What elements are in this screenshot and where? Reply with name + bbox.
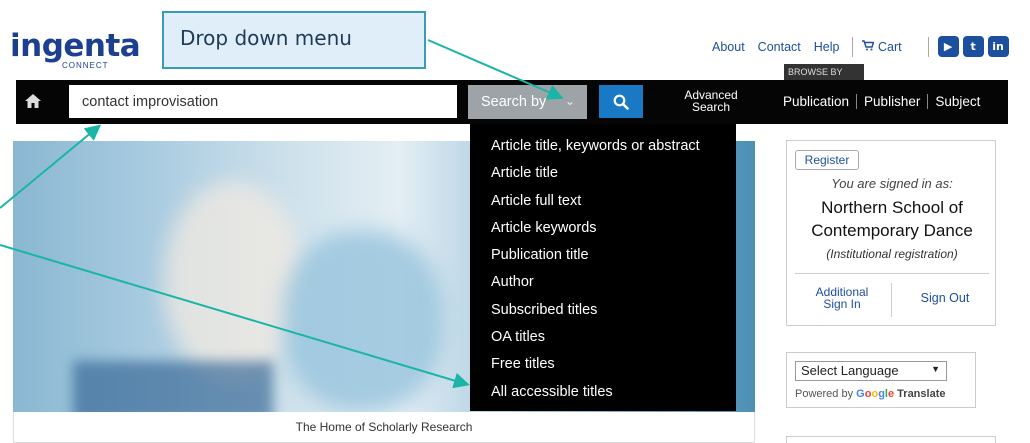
- hero-figure: [283, 231, 443, 411]
- translate-widget: Select Language ▼ Powered by Google Tran…: [786, 352, 976, 408]
- menu-item[interactable]: Subscribed titles: [470, 297, 736, 324]
- account-panel: Register You are signed in as: Northern …: [786, 140, 996, 326]
- additional-sign-in-link[interactable]: Additional Sign In: [797, 286, 887, 310]
- advanced-search-link[interactable]: Advanced Search: [676, 89, 746, 113]
- hero-figure: [163, 181, 303, 381]
- language-select-value: Select Language: [801, 363, 899, 378]
- menu-item[interactable]: Article title: [470, 160, 736, 187]
- browse-links: Publication Publisher Subject: [778, 94, 987, 109]
- search-icon: [613, 94, 629, 110]
- top-links: About Contact Help Cart ▶ t in: [712, 36, 1009, 57]
- register-button[interactable]: Register: [795, 150, 859, 170]
- divider: [795, 273, 989, 274]
- dropdown-arrow-icon: ▼: [931, 364, 940, 374]
- ingenta-logo[interactable]: ingenta: [10, 28, 141, 64]
- menu-item[interactable]: All accessible titles: [470, 379, 736, 406]
- language-select[interactable]: Select Language ▼: [795, 361, 947, 381]
- advanced-line2: Search: [691, 100, 731, 114]
- divider: [927, 36, 929, 57]
- menu-item[interactable]: Author: [470, 269, 736, 296]
- powered-by: Powered by Google Translate: [795, 388, 945, 400]
- divider: [852, 36, 854, 57]
- menu-item[interactable]: Article keywords: [470, 215, 736, 242]
- additional-line2: Sign In: [823, 297, 861, 311]
- search-by-label: Search by: [481, 94, 547, 110]
- help-link[interactable]: Help: [814, 40, 840, 54]
- menu-item[interactable]: Article title, keywords or abstract: [470, 133, 736, 160]
- org-line2: Contemporary Dance: [811, 221, 973, 240]
- menu-item[interactable]: Article full text: [470, 188, 736, 215]
- org-line1: Northern School of: [821, 198, 963, 217]
- cart-link[interactable]: Cart: [862, 40, 914, 54]
- google-logo[interactable]: Google: [856, 388, 897, 400]
- social-links: ▶ t in: [937, 36, 1009, 57]
- hero-caption: The Home of Scholarly Research: [13, 412, 755, 443]
- contact-link[interactable]: Contact: [758, 40, 801, 54]
- menu-item[interactable]: Publication title: [470, 242, 736, 269]
- about-link[interactable]: About: [712, 40, 745, 54]
- cart-icon: [862, 39, 875, 50]
- search-by-dropdown[interactable]: Search by ⌄: [468, 85, 587, 119]
- powered-by-text: Powered by: [795, 388, 854, 400]
- translate-text: Translate: [897, 388, 946, 400]
- chevron-down-icon: ⌄: [564, 94, 575, 108]
- search-button[interactable]: [599, 85, 643, 118]
- callout-text: Drop down menu: [180, 26, 352, 50]
- browse-by-tab: BROWSE BY: [784, 64, 864, 80]
- linkedin-icon[interactable]: in: [987, 36, 1009, 57]
- search-input[interactable]: [69, 85, 457, 118]
- annotation-callout: Drop down menu: [162, 11, 426, 69]
- cart-label: Cart: [877, 39, 902, 54]
- hero-monitor: [73, 361, 273, 412]
- search-by-menu: Article title, keywords or abstract Arti…: [470, 124, 736, 411]
- twitter-icon[interactable]: t: [962, 36, 984, 57]
- menu-item[interactable]: Free titles: [470, 351, 736, 378]
- menu-item[interactable]: OA titles: [470, 324, 736, 351]
- sidebar-box: [786, 436, 996, 443]
- divider: [891, 283, 892, 317]
- youtube-icon[interactable]: ▶: [937, 36, 959, 57]
- registration-type: (Institutional registration): [826, 247, 958, 261]
- browse-publisher-link[interactable]: Publisher: [856, 94, 927, 109]
- sign-out-link[interactable]: Sign Out: [895, 291, 995, 305]
- home-icon[interactable]: [24, 92, 42, 110]
- signed-in-text: You are signed in as:: [831, 176, 953, 191]
- browse-subject-link[interactable]: Subject: [927, 94, 987, 109]
- browse-publication-link[interactable]: Publication: [778, 94, 856, 109]
- search-navbar: Search by ⌄ Advanced Search Publication …: [16, 80, 1008, 124]
- logo-subtitle: CONNECT: [62, 61, 109, 70]
- organization-name: Northern School of Contemporary Dance: [787, 196, 997, 242]
